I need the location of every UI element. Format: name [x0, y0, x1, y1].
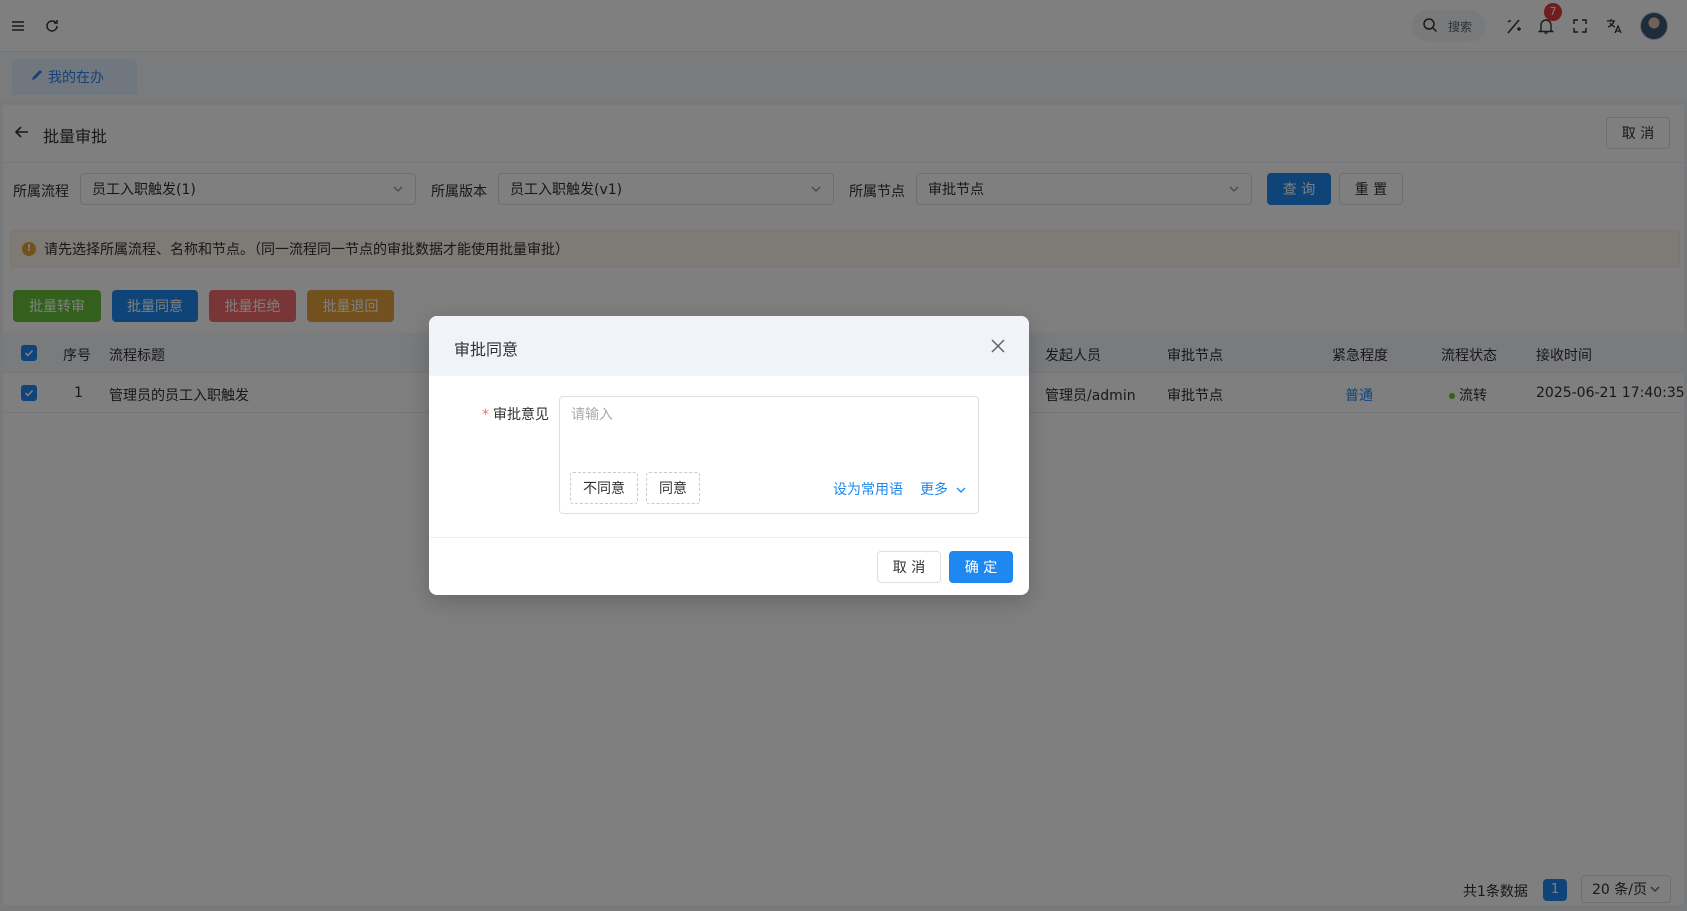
more-label: 更多: [920, 482, 948, 498]
quick-disagree-button[interactable]: 不同意: [570, 472, 638, 504]
more-dropdown[interactable]: 更多: [920, 479, 967, 499]
opinion-placeholder: 请输入: [571, 407, 613, 423]
dialog-title: 审批同意: [454, 340, 519, 359]
close-icon[interactable]: [989, 337, 1007, 359]
opinion-label: * 审批意见: [482, 404, 549, 424]
quick-agree-button[interactable]: 同意: [646, 472, 700, 504]
required-mark: *: [482, 407, 489, 423]
dialog-header: 审批同意: [429, 316, 1029, 376]
dialog-cancel-button[interactable]: 取 消: [877, 551, 941, 583]
opinion-label-text: 审批意见: [493, 407, 549, 423]
dialog-divider: [429, 537, 1029, 538]
dialog-confirm-button[interactable]: 确 定: [949, 551, 1013, 583]
approve-dialog: 审批同意 * 审批意见 请输入 不同意 同意 设为常用语 更多 取 消 确 定: [429, 316, 1029, 595]
set-common-phrase-link[interactable]: 设为常用语: [833, 479, 903, 499]
chevron-down-icon: [956, 487, 966, 493]
opinion-textarea[interactable]: 请输入 不同意 同意 设为常用语 更多: [559, 396, 979, 514]
